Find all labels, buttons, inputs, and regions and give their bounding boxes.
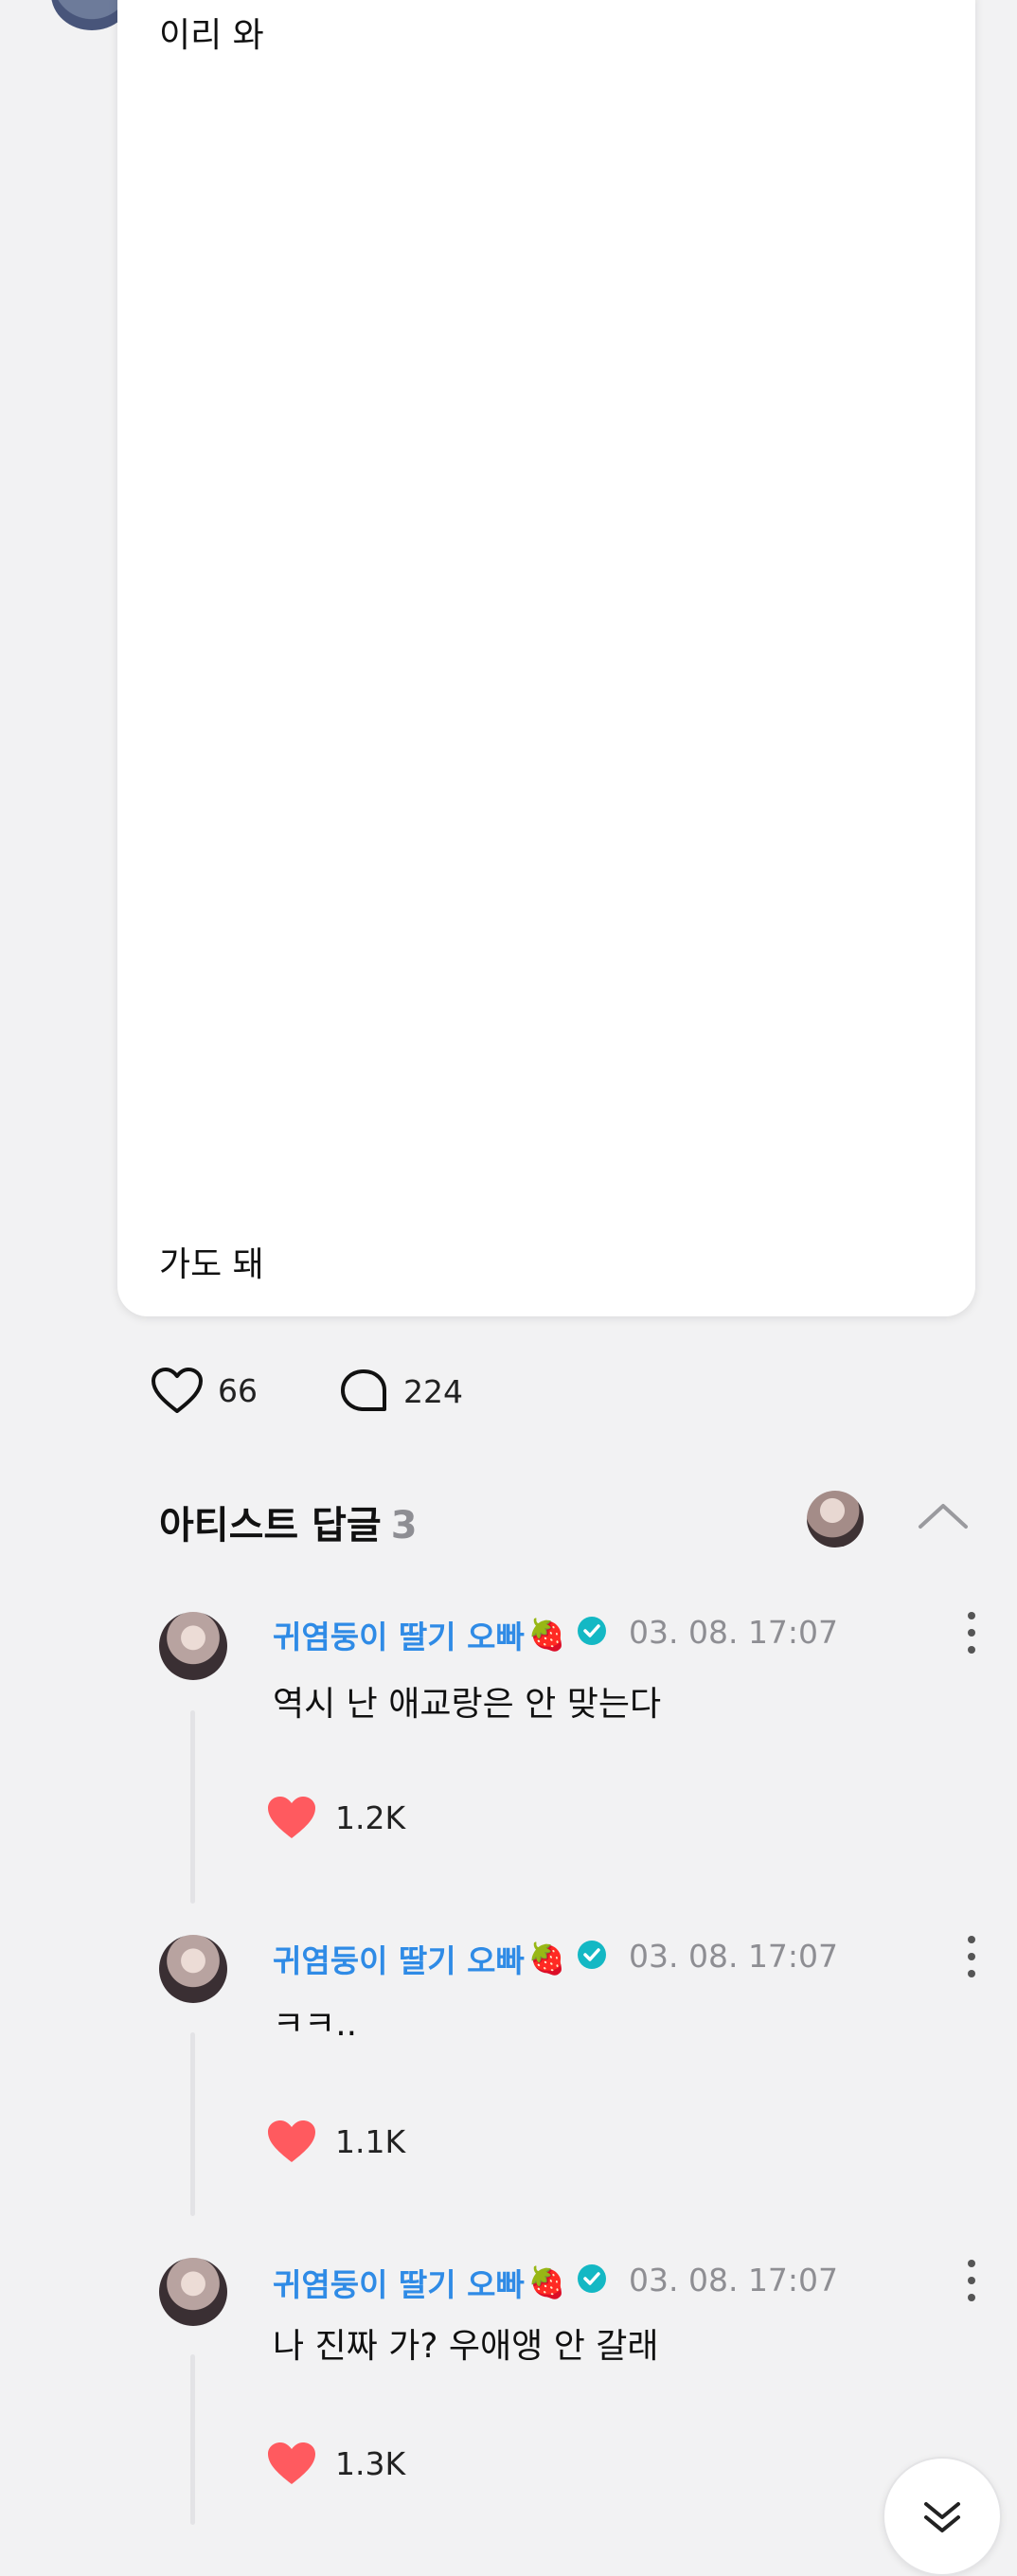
verified-badge-icon: [576, 1939, 608, 1978]
heart-filled-icon: [268, 2120, 315, 2162]
comment-author[interactable]: 귀염둥이 딸기 오빠 🍓: [273, 1612, 608, 1657]
verified-badge-icon: [576, 2263, 608, 2302]
verified-badge-icon: [576, 1615, 608, 1655]
comment-author-name: 귀염둥이 딸기 오빠: [273, 2266, 525, 2303]
comment-like-count: 1.2K: [335, 1798, 406, 1836]
scroll-to-bottom-button[interactable]: [883, 2457, 1002, 2576]
like-count: 66: [218, 1371, 258, 1409]
heart-filled-icon: [268, 1797, 315, 1838]
comment-like-button[interactable]: 1.3K: [265, 2440, 405, 2487]
speech-bubble-icon[interactable]: [339, 1368, 388, 1415]
artist-replies-label: 아티스트 답글: [159, 1504, 382, 1547]
artist-avatar[interactable]: [807, 1491, 864, 1547]
comment-time: 03. 08. 17:07: [629, 1938, 839, 1975]
post-text-top: 이리 와: [159, 16, 264, 55]
thread-line: [190, 2032, 195, 2216]
double-chevron-down-icon: [924, 2502, 960, 2532]
strawberry-emoji: 🍓: [527, 1941, 566, 1977]
comment-author[interactable]: 귀염둥이 딸기 오빠 🍓: [273, 1936, 608, 1981]
comment-count: 224: [403, 1372, 463, 1410]
comment-like-button[interactable]: 1.2K: [265, 1794, 405, 1841]
artist-replies-count: 3: [390, 1504, 418, 1547]
more-vertical-icon[interactable]: [962, 1936, 981, 1977]
like-stat[interactable]: 66: [150, 1366, 258, 1415]
comment-time: 03. 08. 17:07: [629, 2262, 839, 2299]
more-vertical-icon[interactable]: [962, 1612, 981, 1654]
collapse-replies-button[interactable]: [915, 1496, 972, 1534]
artist-replies-title: 아티스트 답글 3: [159, 1494, 418, 1549]
comment-like-button[interactable]: 1.1K: [265, 2118, 405, 2165]
comment-avatar[interactable]: [159, 1612, 227, 1680]
comment-avatar[interactable]: [159, 2258, 227, 2326]
comment-like-count: 1.1K: [335, 2122, 406, 2160]
comment-text: 나 진짜 가? 우애앵 안 갈래: [273, 2327, 659, 2366]
comment-author-name: 귀염둥이 딸기 오빠: [273, 1942, 525, 1979]
strawberry-emoji: 🍓: [527, 2264, 566, 2300]
comment-like-count: 1.3K: [335, 2444, 406, 2482]
thread-line: [190, 1710, 195, 1904]
comment-text: 역시 난 애교랑은 안 맞는다: [273, 1685, 662, 1724]
thread-line: [190, 2354, 195, 2525]
strawberry-emoji: 🍓: [527, 1617, 566, 1653]
comment-time: 03. 08. 17:07: [629, 1614, 839, 1651]
comment-avatar[interactable]: [159, 1935, 227, 2003]
comment-author[interactable]: 귀염둥이 딸기 오빠 🍓: [273, 2260, 608, 2305]
post-card: 이리 와 가도 돼: [117, 0, 975, 1316]
heart-outline-icon[interactable]: [150, 1366, 205, 1415]
comment-author-name: 귀염둥이 딸기 오빠: [273, 1619, 525, 1655]
more-vertical-icon[interactable]: [962, 2260, 981, 2301]
comment-text: ㅋㅋ..: [273, 2005, 358, 2044]
post-text-bottom: 가도 돼: [159, 1245, 264, 1284]
heart-filled-icon: [268, 2442, 315, 2484]
comment-stat[interactable]: 224: [339, 1368, 463, 1415]
chevron-up-icon: [919, 1504, 968, 1529]
